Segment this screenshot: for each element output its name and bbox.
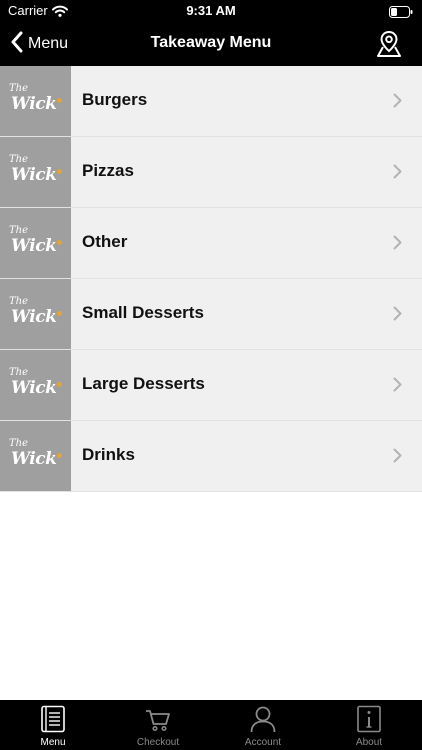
menu-row-drinks[interactable]: The Wick Drinks (0, 421, 422, 492)
tab-checkout[interactable]: Checkout (118, 700, 198, 750)
the-wick-logo: The Wick (0, 421, 71, 491)
logo-accent-dot (57, 453, 62, 458)
chevron-right-icon (393, 377, 402, 397)
menu-row-label: Large Desserts (82, 374, 205, 393)
chevron-right-icon (393, 164, 402, 184)
logo-text-the: The (9, 367, 29, 378)
tab-account[interactable]: Account (223, 700, 303, 750)
menu-row-label: Drinks (82, 445, 135, 464)
logo-text-wick: Wick (11, 378, 57, 398)
logo-text-the: The (9, 83, 29, 94)
tab-menu[interactable]: Menu (13, 700, 93, 750)
status-time: 9:31 AM (186, 3, 236, 18)
chevron-right-icon (393, 306, 402, 326)
chevron-right-icon (393, 448, 402, 468)
menu-row-pizzas[interactable]: The Wick Pizzas (0, 137, 422, 208)
menu-row-burgers[interactable]: The Wick Burgers (0, 66, 422, 137)
menu-category-list: The Wick Burgers The Wick Pizzas The Wic… (0, 66, 422, 492)
logo-accent-dot (57, 311, 62, 316)
map-pin-icon (376, 30, 402, 62)
logo-text-wick: Wick (11, 165, 57, 185)
chevron-right-icon (393, 235, 402, 255)
logo-text-the: The (9, 296, 29, 307)
menu-row-label: Pizzas (82, 161, 134, 180)
logo-accent-dot (57, 240, 62, 245)
logo-text-wick: Wick (11, 307, 57, 327)
the-wick-logo: The Wick (0, 137, 71, 207)
page-title: Takeaway Menu (150, 34, 272, 51)
logo-text-wick: Wick (11, 449, 57, 469)
tab-about[interactable]: About (329, 700, 409, 750)
tab-about-label: About (355, 737, 383, 748)
status-bar: Carrier 9:31 AM (0, 0, 422, 22)
the-wick-logo: The Wick (0, 350, 71, 420)
menu-row-large-desserts[interactable]: The Wick Large Desserts (0, 350, 422, 421)
tab-bar: Menu Checkout Account About (0, 700, 422, 750)
logo-text-the: The (9, 225, 29, 236)
logo-text-wick: Wick (11, 94, 57, 114)
tab-account-label: Account (244, 737, 282, 748)
the-wick-logo: The Wick (0, 66, 71, 136)
menu-row-label: Burgers (82, 90, 148, 109)
logo-text-the: The (9, 438, 29, 449)
logo-text-the: The (9, 154, 29, 165)
menu-row-label: Small Desserts (82, 303, 204, 322)
the-wick-logo: The Wick (0, 279, 71, 349)
map-location-button[interactable] (376, 30, 402, 63)
chevron-right-icon (393, 93, 402, 113)
navigation-bar: Menu Takeaway Menu (0, 22, 422, 66)
menu-row-label: Other (82, 232, 128, 251)
tab-checkout-label: Checkout (136, 737, 180, 748)
the-wick-logo: The Wick (0, 208, 71, 278)
menu-row-small-desserts[interactable]: The Wick Small Desserts (0, 279, 422, 350)
logo-accent-dot (57, 169, 62, 174)
menu-row-other[interactable]: The Wick Other (0, 208, 422, 279)
tab-menu-label: Menu (40, 737, 66, 748)
battery-icon (389, 5, 413, 23)
logo-text-wick: Wick (11, 236, 57, 256)
logo-accent-dot (57, 98, 62, 103)
logo-accent-dot (57, 382, 62, 387)
